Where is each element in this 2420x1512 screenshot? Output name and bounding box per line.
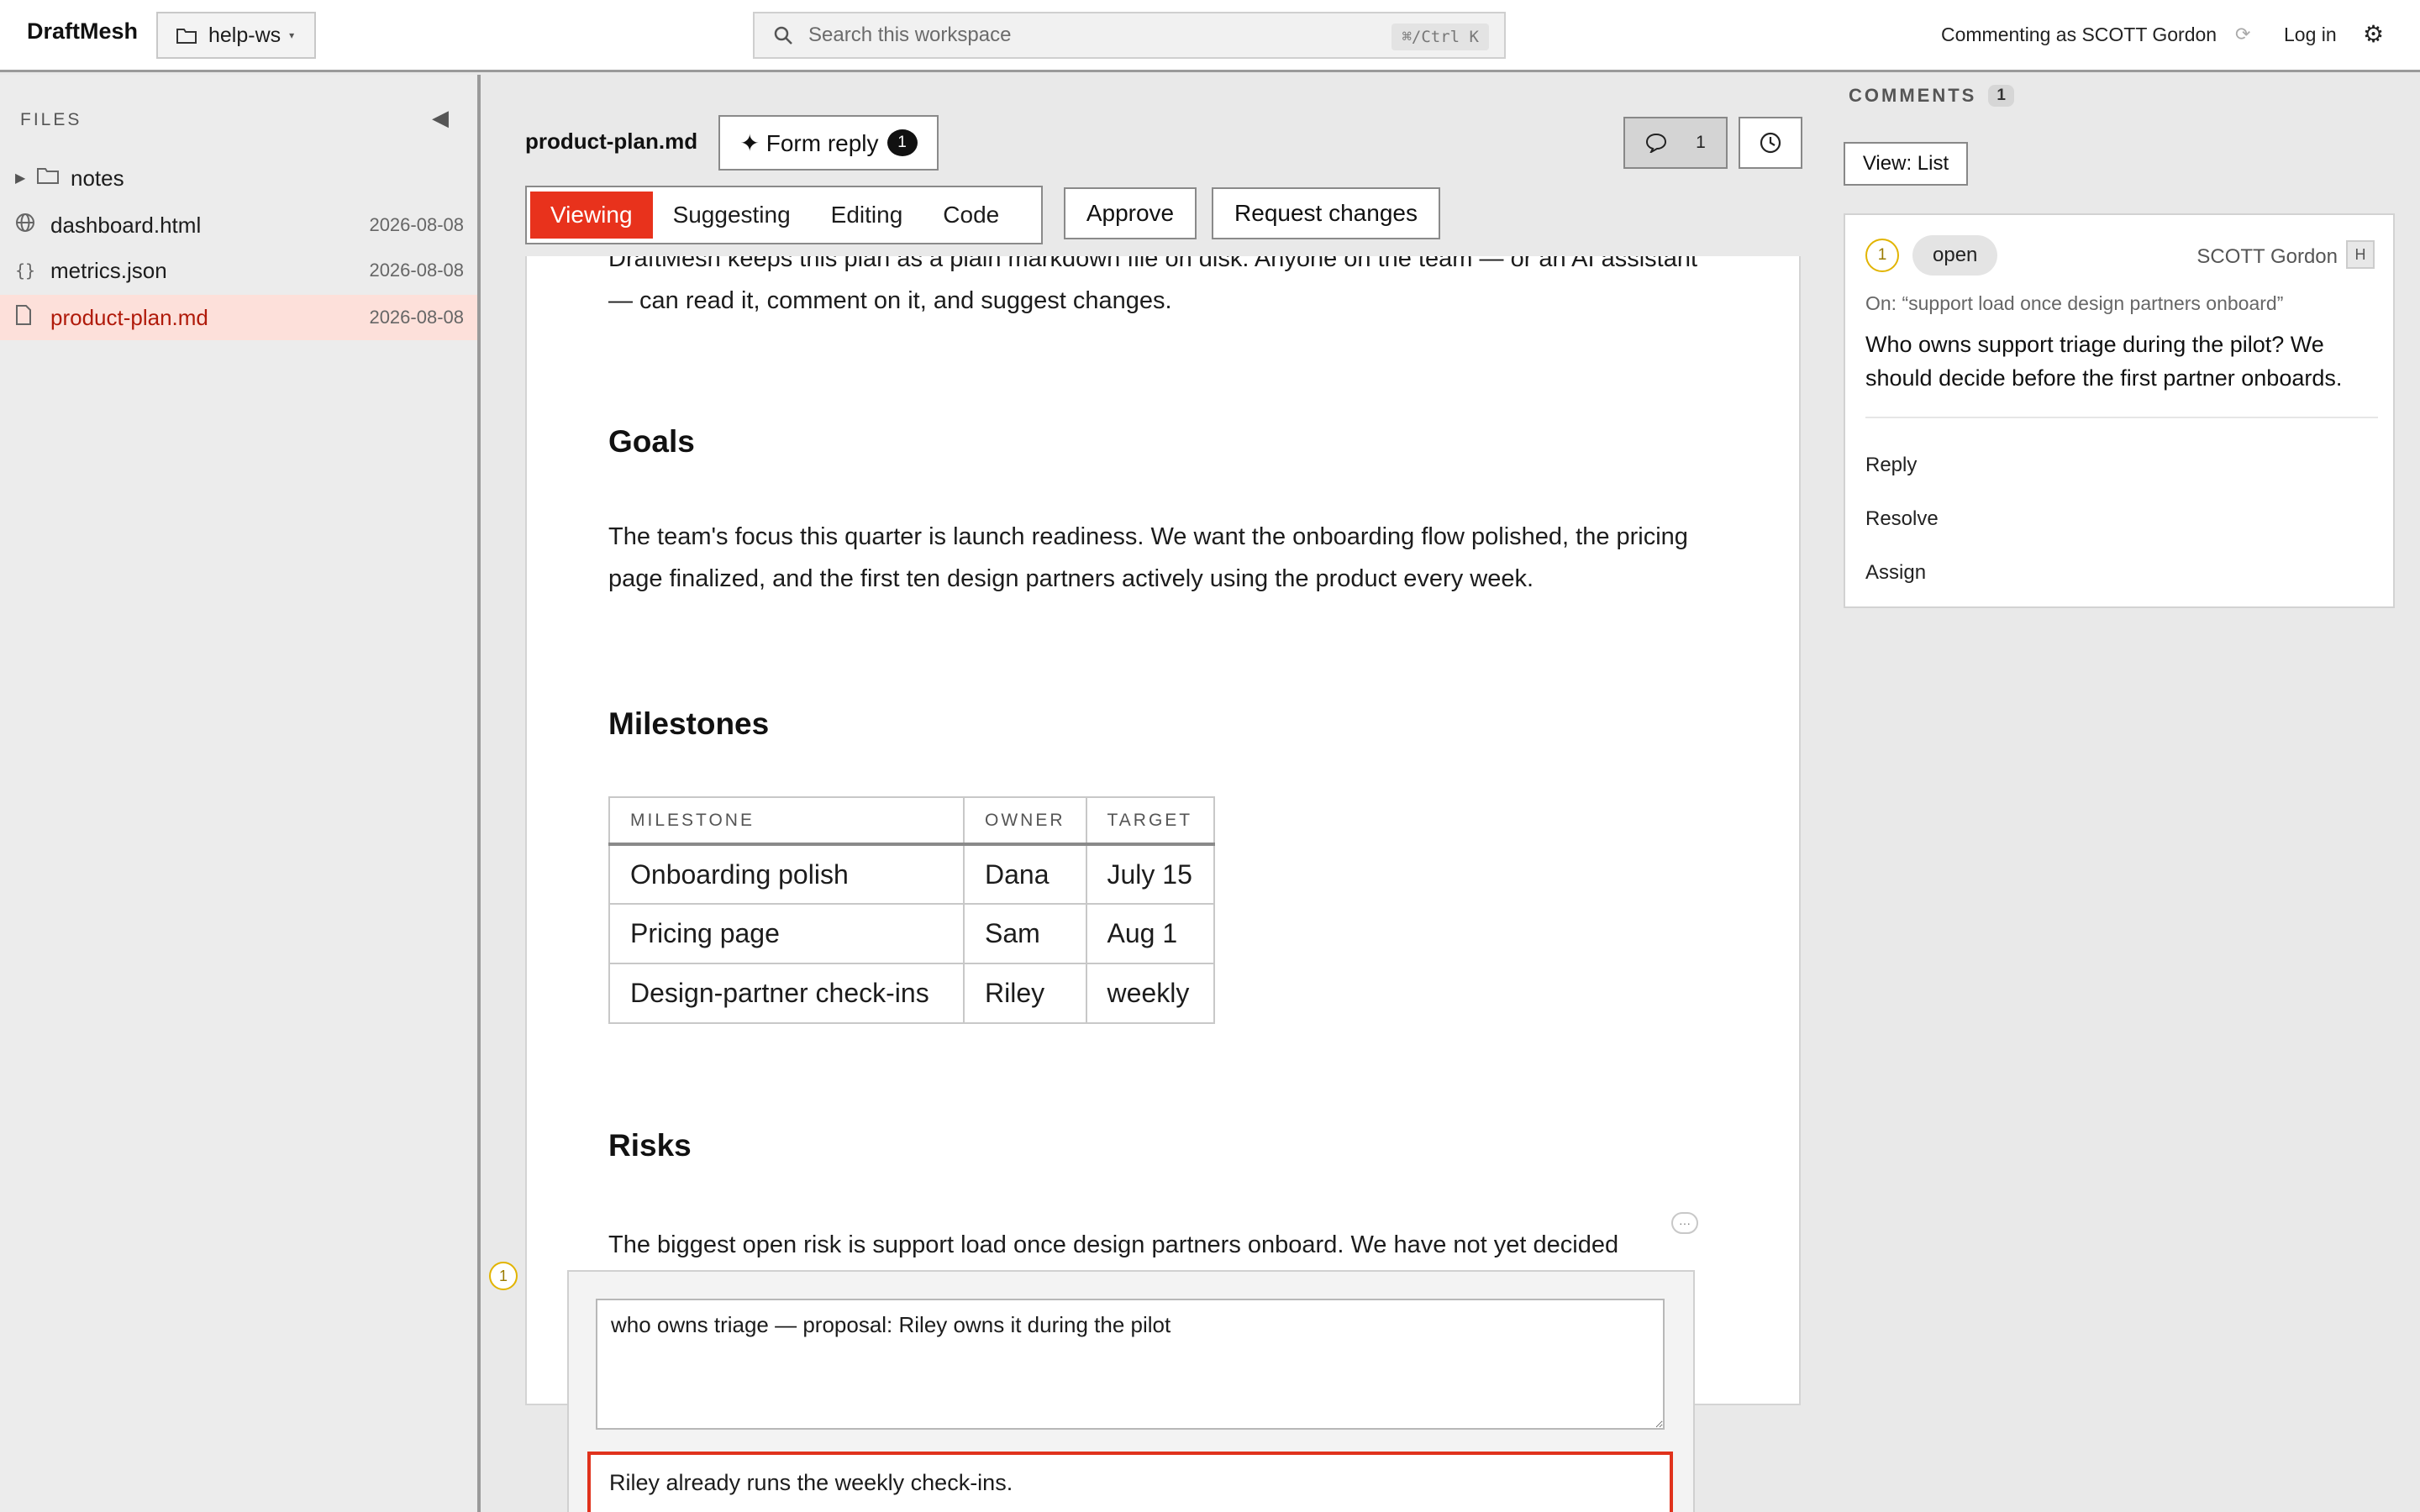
workspace-name: help-ws: [208, 23, 281, 47]
reply-popover: who owns triage — proposal: Riley owns i…: [567, 1270, 1695, 1512]
folder-name: notes: [71, 165, 124, 191]
document-toolbar: product-plan.md ✦ Form reply 1 1 Viewing…: [525, 105, 1802, 256]
file-icon: [15, 305, 32, 330]
search-bar[interactable]: Search this workspace ⌘/Ctrl K: [753, 12, 1506, 59]
gear-icon[interactable]: ⚙: [2363, 20, 2384, 48]
reply-draft-textarea[interactable]: who owns triage — proposal: Riley owns i…: [596, 1299, 1665, 1430]
top-bar: DraftMesh help-ws ▾ Search this workspac…: [0, 0, 2420, 72]
comment-body: Who owns support triage during the pilot…: [1865, 332, 2343, 391]
comment-number: 1: [1865, 239, 1899, 272]
table-row: Onboarding polish Dana July 15: [608, 843, 1215, 905]
history-button[interactable]: [1739, 117, 1802, 169]
file-sidebar: FILES ◀ ▶ notes dashboard.html 2026-08-0…: [0, 75, 481, 1512]
file-item-product-plan[interactable]: product-plan.md 2026-08-08: [0, 295, 477, 340]
column-header: MILESTONE: [608, 796, 965, 846]
file-date: 2026-08-08: [369, 214, 464, 235]
risks-heading: Risks: [608, 1128, 692, 1163]
search-icon: [774, 26, 792, 45]
milestones-table: MILESTONE OWNER TARGET Onboarding polish…: [608, 796, 1215, 1024]
comments-toggle-button[interactable]: 1: [1623, 117, 1728, 169]
folder-icon: [176, 29, 197, 44]
file-date: 2026-08-08: [369, 307, 464, 328]
table-cell: Design-partner check-ins: [608, 963, 965, 1024]
table-cell: Sam: [963, 903, 1087, 964]
clock-icon: [1760, 132, 1781, 154]
collapse-sidebar-icon[interactable]: ◀: [432, 105, 449, 131]
commenting-as: Commenting as SCOTT Gordon: [1941, 24, 2217, 45]
search-shortcut: ⌘/Ctrl K: [1392, 24, 1489, 50]
comment-author: SCOTT Gordon: [2196, 245, 2338, 268]
sync-icon: ⟳: [2235, 24, 2251, 45]
reply-input[interactable]: Riley already runs the weekly check-ins.: [587, 1452, 1673, 1512]
form-reply-count: 1: [886, 129, 918, 156]
comments-label: COMMENTS: [1849, 85, 1977, 106]
mode-tabs: Viewing Suggesting Editing Code: [525, 186, 1043, 244]
view-mode-button[interactable]: View: List: [1844, 142, 1968, 186]
files-label: FILES: [20, 110, 82, 129]
table-cell: July 15: [1085, 843, 1215, 905]
column-header: OWNER: [963, 796, 1087, 846]
file-date: 2026-08-08: [369, 260, 464, 281]
globe-icon: [15, 213, 35, 238]
tab-suggesting[interactable]: Suggesting: [653, 192, 811, 239]
login-link[interactable]: Log in: [2284, 24, 2337, 46]
table-cell: Onboarding polish: [608, 843, 965, 905]
risks-paragraph: The biggest open risk is support load on…: [608, 1231, 1619, 1258]
goals-heading: Goals: [608, 424, 695, 459]
goals-paragraph: The team's focus this quarter is launch …: [608, 523, 1688, 592]
expand-triangle-icon[interactable]: ▶: [15, 170, 25, 186]
tab-viewing[interactable]: Viewing: [530, 192, 653, 239]
status-badge: open: [1912, 235, 1998, 276]
table-cell: Dana: [963, 843, 1087, 905]
chevron-down-icon: ▾: [289, 29, 295, 41]
comment-card[interactable]: 1 open SCOTT Gordon H On: “support load …: [1844, 213, 2395, 608]
table-header-row: MILESTONE OWNER TARGET: [608, 796, 1215, 846]
request-changes-button[interactable]: Request changes: [1212, 187, 1440, 239]
file-item-metrics[interactable]: {} metrics.json 2026-08-08: [0, 248, 477, 293]
file-item-dashboard[interactable]: dashboard.html 2026-08-08: [0, 202, 477, 248]
file-name: product-plan.md: [50, 304, 208, 330]
reply-action[interactable]: Reply: [1865, 454, 1917, 477]
form-reply-button[interactable]: ✦ Form reply 1: [718, 115, 939, 171]
table-cell: Riley: [963, 963, 1087, 1024]
table-row: Design-partner check-ins Riley weekly: [608, 963, 1215, 1024]
form-reply-label: ✦ Form reply: [739, 129, 879, 156]
assign-action[interactable]: Assign: [1865, 561, 1926, 585]
comments-header: COMMENTS 1: [1849, 85, 2014, 107]
file-name: dashboard.html: [50, 212, 202, 238]
braces-icon: {}: [15, 260, 36, 281]
comment-anchor-marker[interactable]: 1: [489, 1262, 518, 1290]
document-title: product-plan.md: [525, 129, 698, 154]
approve-button[interactable]: Approve: [1064, 187, 1197, 239]
table-cell: weekly: [1085, 963, 1215, 1024]
intro-paragraph: DraftMesh keeps this plan as a plain mar…: [608, 256, 1698, 314]
table-cell: Pricing page: [608, 903, 965, 964]
file-name: metrics.json: [50, 257, 167, 283]
resolve-action[interactable]: Resolve: [1865, 507, 1939, 531]
comments-panel: COMMENTS 1 View: List 1 open SCOTT Gordo…: [1828, 75, 2420, 1512]
comment-count: 1: [1696, 133, 1706, 152]
avatar: H: [2346, 240, 2375, 269]
app-logo: DraftMesh: [27, 18, 139, 44]
divider: [1865, 417, 2378, 418]
milestones-heading: Milestones: [608, 706, 770, 741]
search-input[interactable]: Search this workspace: [808, 24, 1011, 47]
comments-count-badge: 1: [1988, 85, 2014, 107]
tab-editing[interactable]: Editing: [811, 192, 923, 239]
folder-icon: [37, 166, 59, 190]
speech-bubble-icon: [1646, 133, 1667, 153]
folder-notes[interactable]: ▶ notes: [0, 155, 477, 201]
table-row: Pricing page Sam Aug 1: [608, 903, 1215, 964]
column-header: TARGET: [1085, 796, 1215, 846]
tab-code[interactable]: Code: [923, 192, 1019, 239]
workspace-selector[interactable]: help-ws ▾: [156, 12, 316, 59]
comment-quote: On: “support load once design partners o…: [1865, 292, 2284, 314]
more-options-icon[interactable]: ···: [1671, 1212, 1698, 1234]
document-page: DraftMesh keeps this plan as a plain mar…: [525, 256, 1801, 1405]
table-cell: Aug 1: [1085, 903, 1215, 964]
